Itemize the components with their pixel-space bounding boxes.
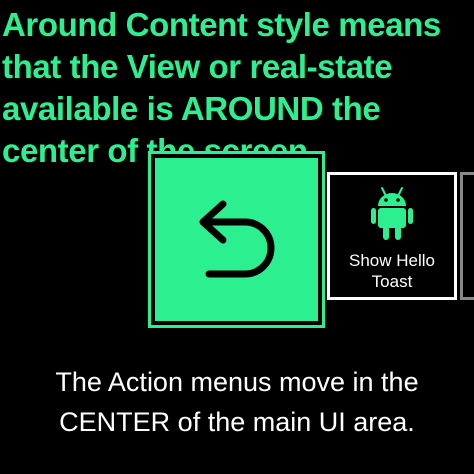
description-footer: The Action menus move in the CENTER of t… [55, 367, 427, 437]
next-action-card-edge[interactable] [460, 172, 474, 300]
description-heading: Around Content style means that the View… [2, 6, 441, 169]
undo-arrow-icon [199, 200, 274, 277]
back-action-surface [155, 158, 318, 321]
back-action-button[interactable] [148, 151, 325, 328]
watch-screen: Around Content style means that the View… [0, 0, 474, 474]
android-icon [371, 186, 413, 242]
show-hello-toast-button[interactable]: Show Hello Toast [327, 172, 457, 300]
show-hello-toast-label: Show Hello Toast [349, 251, 435, 291]
show-hello-toast-surface: Show Hello Toast [335, 180, 449, 292]
